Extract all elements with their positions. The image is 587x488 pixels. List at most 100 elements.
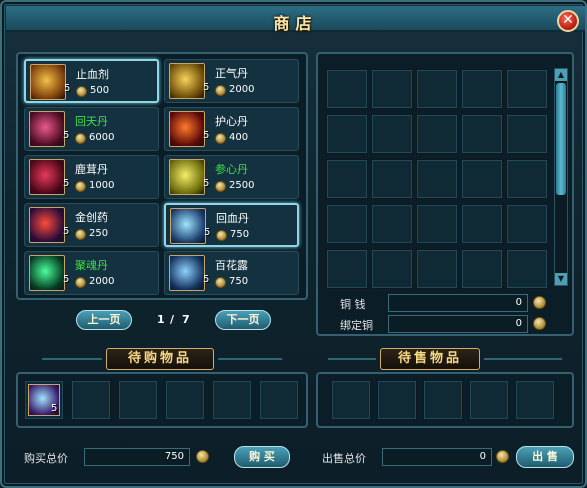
red-berries-icon[interactable] bbox=[29, 159, 65, 195]
shop-item-card[interactable]: 5 鹿茸丹 1000 bbox=[24, 155, 159, 199]
inventory-slot[interactable] bbox=[461, 159, 503, 199]
sell-slot[interactable] bbox=[331, 380, 371, 420]
inventory-slot[interactable] bbox=[371, 159, 413, 199]
inventory-slot[interactable] bbox=[461, 69, 503, 109]
divider-ornament bbox=[42, 358, 102, 360]
bottle-icon[interactable] bbox=[30, 64, 66, 100]
inventory-slot[interactable] bbox=[416, 69, 458, 109]
inventory-slot[interactable] bbox=[506, 114, 548, 154]
item-price: 750 bbox=[229, 276, 249, 287]
sell-button[interactable]: 出 售 bbox=[516, 446, 574, 468]
red-powder-icon[interactable] bbox=[29, 207, 65, 243]
item-name: 金创药 bbox=[75, 211, 108, 224]
item-name: 回天丹 bbox=[75, 115, 108, 128]
inventory-slot[interactable] bbox=[461, 204, 503, 244]
buy-slot[interactable] bbox=[212, 380, 252, 420]
buy-slot[interactable] bbox=[71, 380, 111, 420]
buy-slot[interactable] bbox=[165, 380, 205, 420]
inventory-slot[interactable] bbox=[371, 114, 413, 154]
buy-section-title: 待购物品 bbox=[106, 348, 214, 370]
item-quantity: 5 bbox=[63, 274, 70, 285]
sell-section-title: 待售物品 bbox=[380, 348, 480, 370]
item-price: 2000 bbox=[229, 84, 255, 95]
item-name: 鹿茸丹 bbox=[75, 163, 108, 176]
item-quantity: 5 bbox=[64, 83, 71, 94]
buy-total-label: 购买总价 bbox=[24, 452, 68, 465]
inventory-slot[interactable] bbox=[326, 114, 368, 154]
item-price: 2000 bbox=[89, 276, 115, 287]
sell-slot[interactable] bbox=[423, 380, 463, 420]
scroll-thumb[interactable] bbox=[556, 83, 566, 195]
sell-slot[interactable] bbox=[515, 380, 555, 420]
shop-item-card[interactable]: 5 回天丹 6000 bbox=[24, 107, 159, 151]
coin-icon bbox=[496, 450, 509, 463]
coin-icon bbox=[533, 317, 546, 330]
inventory-slot[interactable] bbox=[416, 114, 458, 154]
item-quantity: 5 bbox=[63, 130, 70, 141]
item-name: 止血剂 bbox=[76, 68, 109, 81]
inventory-slot[interactable] bbox=[506, 249, 548, 289]
blue-crystal-icon[interactable] bbox=[169, 255, 205, 291]
coin-icon bbox=[215, 181, 226, 192]
shop-item-card[interactable]: 5 金创药 250 bbox=[24, 203, 159, 247]
bound-copper-label: 绑定铜 bbox=[340, 319, 373, 332]
inventory-scrollbar[interactable]: ▲ ▼ bbox=[554, 68, 568, 286]
inventory-slot[interactable] bbox=[461, 114, 503, 154]
item-name: 护心丹 bbox=[215, 115, 248, 128]
blue-orb-icon[interactable] bbox=[170, 208, 206, 244]
coin-icon bbox=[215, 85, 226, 96]
page-total: 7 bbox=[182, 313, 190, 326]
inventory-slot[interactable] bbox=[326, 204, 368, 244]
shop-item-card[interactable]: 5 护心丹 400 bbox=[164, 107, 299, 151]
yellow-pills-icon[interactable] bbox=[169, 159, 205, 195]
shop-item-card[interactable]: 5 止血剂 500 bbox=[24, 59, 159, 103]
scroll-down-arrow-icon[interactable]: ▼ bbox=[555, 273, 567, 285]
inventory-slot[interactable] bbox=[326, 249, 368, 289]
coin-icon bbox=[215, 133, 226, 144]
divider-ornament bbox=[218, 358, 282, 360]
inventory-slot[interactable] bbox=[326, 159, 368, 199]
item-quantity: 5 bbox=[63, 226, 70, 237]
item-price: 500 bbox=[90, 85, 110, 96]
item-name: 回血丹 bbox=[216, 212, 249, 225]
inventory-slot[interactable] bbox=[506, 204, 548, 244]
shop-item-card[interactable]: 5 参心丹 2500 bbox=[164, 155, 299, 199]
inventory-slot[interactable] bbox=[371, 204, 413, 244]
green-orb-icon[interactable] bbox=[29, 255, 65, 291]
item-price: 6000 bbox=[89, 132, 115, 143]
inventory-slot[interactable] bbox=[416, 204, 458, 244]
item-name: 正气丹 bbox=[215, 67, 248, 80]
revive-pill-icon[interactable] bbox=[29, 111, 65, 147]
inventory-slot[interactable] bbox=[461, 249, 503, 289]
shop-item-card[interactable]: 5 聚魂丹 2000 bbox=[24, 251, 159, 295]
buy-slot[interactable] bbox=[259, 380, 299, 420]
red-orb-icon[interactable] bbox=[169, 111, 205, 147]
next-page-button[interactable]: 下一页 bbox=[215, 310, 271, 330]
scroll-up-arrow-icon[interactable]: ▲ bbox=[555, 69, 567, 81]
coin-icon bbox=[533, 296, 546, 309]
shop-item-card[interactable]: 5 正气丹 2000 bbox=[164, 59, 299, 103]
inventory-slot[interactable] bbox=[371, 69, 413, 109]
sell-slot[interactable] bbox=[469, 380, 509, 420]
prev-page-button[interactable]: 上一页 bbox=[76, 310, 132, 330]
inventory-slot[interactable] bbox=[506, 69, 548, 109]
shop-item-card[interactable]: 5 百花露 750 bbox=[164, 251, 299, 295]
close-button[interactable]: ✕ bbox=[557, 10, 579, 32]
gold-pills-icon[interactable] bbox=[169, 63, 205, 99]
window-title: 商店 bbox=[273, 14, 318, 33]
buy-button[interactable]: 购 买 bbox=[234, 446, 290, 468]
inventory-slot[interactable] bbox=[326, 69, 368, 109]
buy-slot[interactable]: 5 bbox=[24, 380, 64, 420]
inventory-slot[interactable] bbox=[371, 249, 413, 289]
inventory-slot[interactable] bbox=[416, 159, 458, 199]
sell-slot[interactable] bbox=[377, 380, 417, 420]
item-name: 聚魂丹 bbox=[75, 259, 108, 272]
inventory-slot[interactable] bbox=[506, 159, 548, 199]
page-current: 1 bbox=[157, 313, 165, 326]
bound-copper-value-field: 0 bbox=[388, 315, 528, 333]
title-bar[interactable]: 商店 ✕ bbox=[6, 6, 585, 33]
shop-item-card[interactable]: 5 回血丹 750 bbox=[164, 203, 299, 247]
buy-slot[interactable] bbox=[118, 380, 158, 420]
item-price: 750 bbox=[230, 229, 250, 240]
inventory-slot[interactable] bbox=[416, 249, 458, 289]
